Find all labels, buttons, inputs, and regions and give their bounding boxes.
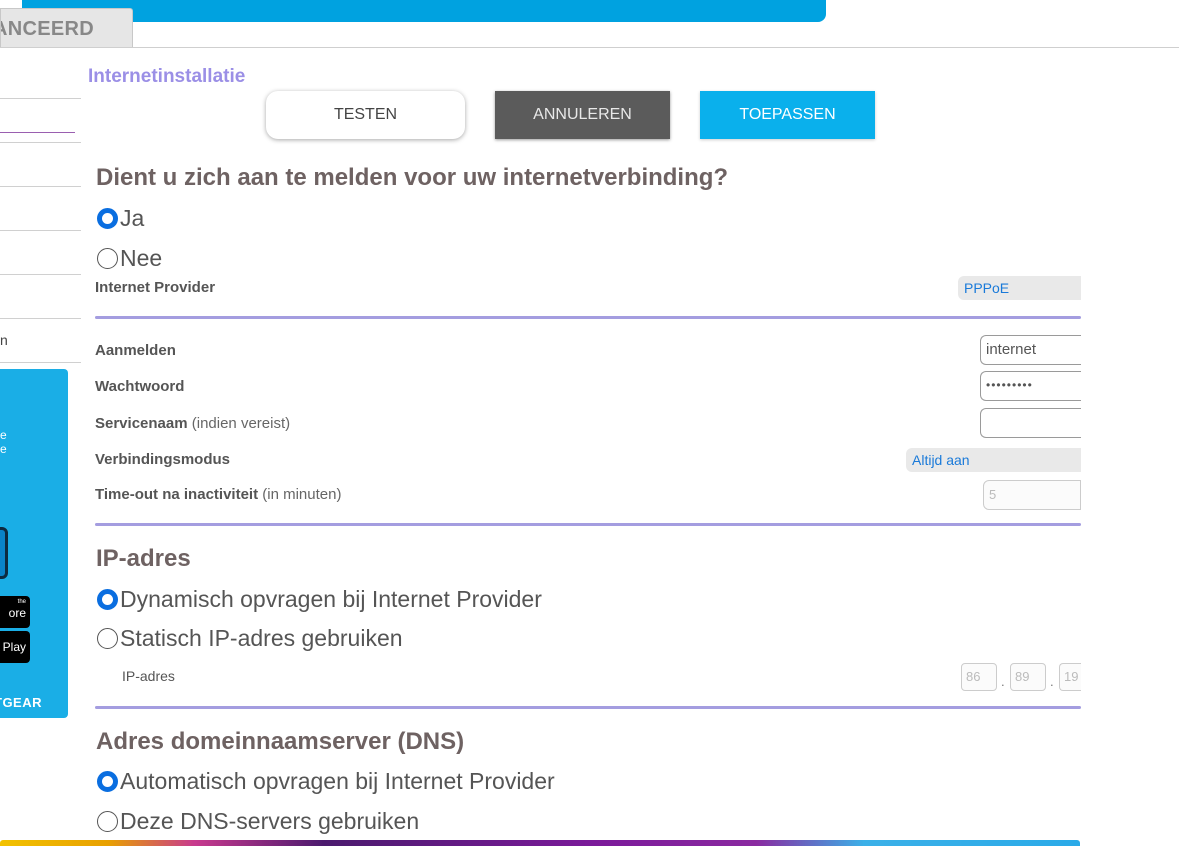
decorative-gradient-strip bbox=[0, 840, 1080, 846]
radio-option-custom-dns[interactable]: Deze DNS-servers gebruiken bbox=[97, 808, 419, 835]
promo-text-line: e bbox=[0, 428, 7, 442]
sidebar-item-label[interactable]: n bbox=[0, 332, 8, 348]
radio-unchecked-icon[interactable] bbox=[97, 248, 118, 269]
tab-advanced[interactable]: ANCEERD bbox=[0, 8, 133, 48]
radio-option-dynamic-ip[interactable]: Dynamisch opvragen bij Internet Provider bbox=[97, 586, 542, 613]
app-store-label: ore bbox=[8, 606, 26, 620]
radio-checked-icon[interactable] bbox=[97, 208, 118, 229]
phone-icon bbox=[0, 527, 8, 579]
radio-option-yes[interactable]: Ja bbox=[97, 205, 144, 232]
section-divider bbox=[95, 706, 1081, 709]
login-label: Aanmelden bbox=[95, 342, 176, 359]
apply-button[interactable]: TOEPASSEN bbox=[700, 91, 875, 139]
radio-label: Ja bbox=[120, 205, 145, 231]
sidebar-separator bbox=[0, 98, 81, 99]
radio-option-no[interactable]: Nee bbox=[97, 245, 162, 272]
radio-unchecked-icon[interactable] bbox=[97, 811, 118, 832]
page-title: Internetinstallatie bbox=[88, 66, 246, 87]
idle-timeout-input[interactable]: 5 bbox=[983, 480, 1081, 510]
radio-option-auto-dns[interactable]: Automatisch opvragen bij Internet Provid… bbox=[97, 768, 555, 795]
dns-heading: Adres domeinnaamserver (DNS) bbox=[96, 728, 465, 755]
ip-address-heading: IP-adres bbox=[96, 545, 191, 572]
internet-provider-select[interactable]: PPPoE bbox=[958, 276, 1081, 300]
internet-provider-label: Internet Provider bbox=[95, 279, 216, 296]
radio-label: Automatisch opvragen bij Internet Provid… bbox=[120, 768, 555, 794]
sidebar-separator bbox=[0, 142, 81, 143]
login-question-heading: Dient u zich aan te melden voor uw inter… bbox=[96, 164, 729, 191]
radio-unchecked-icon[interactable] bbox=[97, 628, 118, 649]
password-label: Wachtwoord bbox=[95, 378, 185, 395]
app-promo-panel: e e the ore Play TGEAR bbox=[0, 369, 68, 718]
sidebar-separator bbox=[0, 230, 81, 231]
service-name-text: Servicenaam bbox=[95, 415, 188, 432]
connection-mode-label: Verbindingsmodus bbox=[95, 451, 231, 468]
radio-label: Dynamisch opvragen bij Internet Provider bbox=[120, 586, 542, 612]
tab-advanced-label: ANCEERD bbox=[0, 18, 94, 40]
password-input[interactable]: ••••••••• bbox=[980, 371, 1081, 401]
connection-mode-select[interactable]: Altijd aan bbox=[906, 448, 1081, 472]
top-banner-bar bbox=[22, 0, 826, 22]
app-store-small-text: the bbox=[17, 599, 26, 605]
sidebar-active-underline bbox=[0, 132, 75, 133]
radio-option-static-ip[interactable]: Statisch IP-adres gebruiken bbox=[97, 625, 403, 652]
ip-separator: . bbox=[1001, 674, 1005, 689]
ip-separator: . bbox=[1050, 674, 1054, 689]
radio-label: Nee bbox=[120, 245, 163, 271]
ip-octet-input[interactable]: 19 bbox=[1059, 663, 1081, 691]
service-name-input[interactable] bbox=[980, 408, 1081, 438]
google-play-button[interactable]: Play bbox=[0, 631, 30, 663]
section-divider bbox=[95, 316, 1081, 319]
netgear-logo: TGEAR bbox=[0, 695, 42, 710]
radio-checked-icon[interactable] bbox=[97, 589, 118, 610]
ip-octet-input[interactable]: 89 bbox=[1010, 663, 1046, 691]
login-input[interactable]: internet bbox=[980, 335, 1081, 365]
radio-checked-icon[interactable] bbox=[97, 771, 118, 792]
idle-timeout-label: Time-out na inactiviteit (in minuten) bbox=[95, 486, 341, 503]
idle-timeout-hint: (in minuten) bbox=[262, 486, 342, 503]
test-button[interactable]: TESTEN bbox=[266, 91, 465, 139]
ip-octet-input[interactable]: 86 bbox=[961, 663, 997, 691]
cancel-button[interactable]: ANNULEREN bbox=[495, 91, 670, 139]
idle-timeout-text: Time-out na inactiviteit bbox=[95, 486, 259, 503]
service-name-label: Servicenaam (indien vereist) bbox=[95, 415, 290, 432]
radio-label: Deze DNS-servers gebruiken bbox=[120, 808, 420, 834]
promo-text-line: e bbox=[0, 442, 7, 456]
section-divider bbox=[95, 523, 1081, 526]
sidebar-separator bbox=[0, 186, 81, 187]
sidebar-separator bbox=[0, 362, 81, 363]
app-store-button[interactable]: the ore bbox=[0, 596, 30, 628]
service-name-hint: (indien vereist) bbox=[191, 415, 291, 432]
sidebar-separator bbox=[0, 274, 81, 275]
sidebar-separator bbox=[0, 318, 81, 319]
radio-label: Statisch IP-adres gebruiken bbox=[120, 625, 403, 651]
ip-address-label: IP-adres bbox=[122, 668, 175, 684]
tab-divider bbox=[0, 47, 1179, 48]
google-play-label: Play bbox=[2, 640, 26, 654]
